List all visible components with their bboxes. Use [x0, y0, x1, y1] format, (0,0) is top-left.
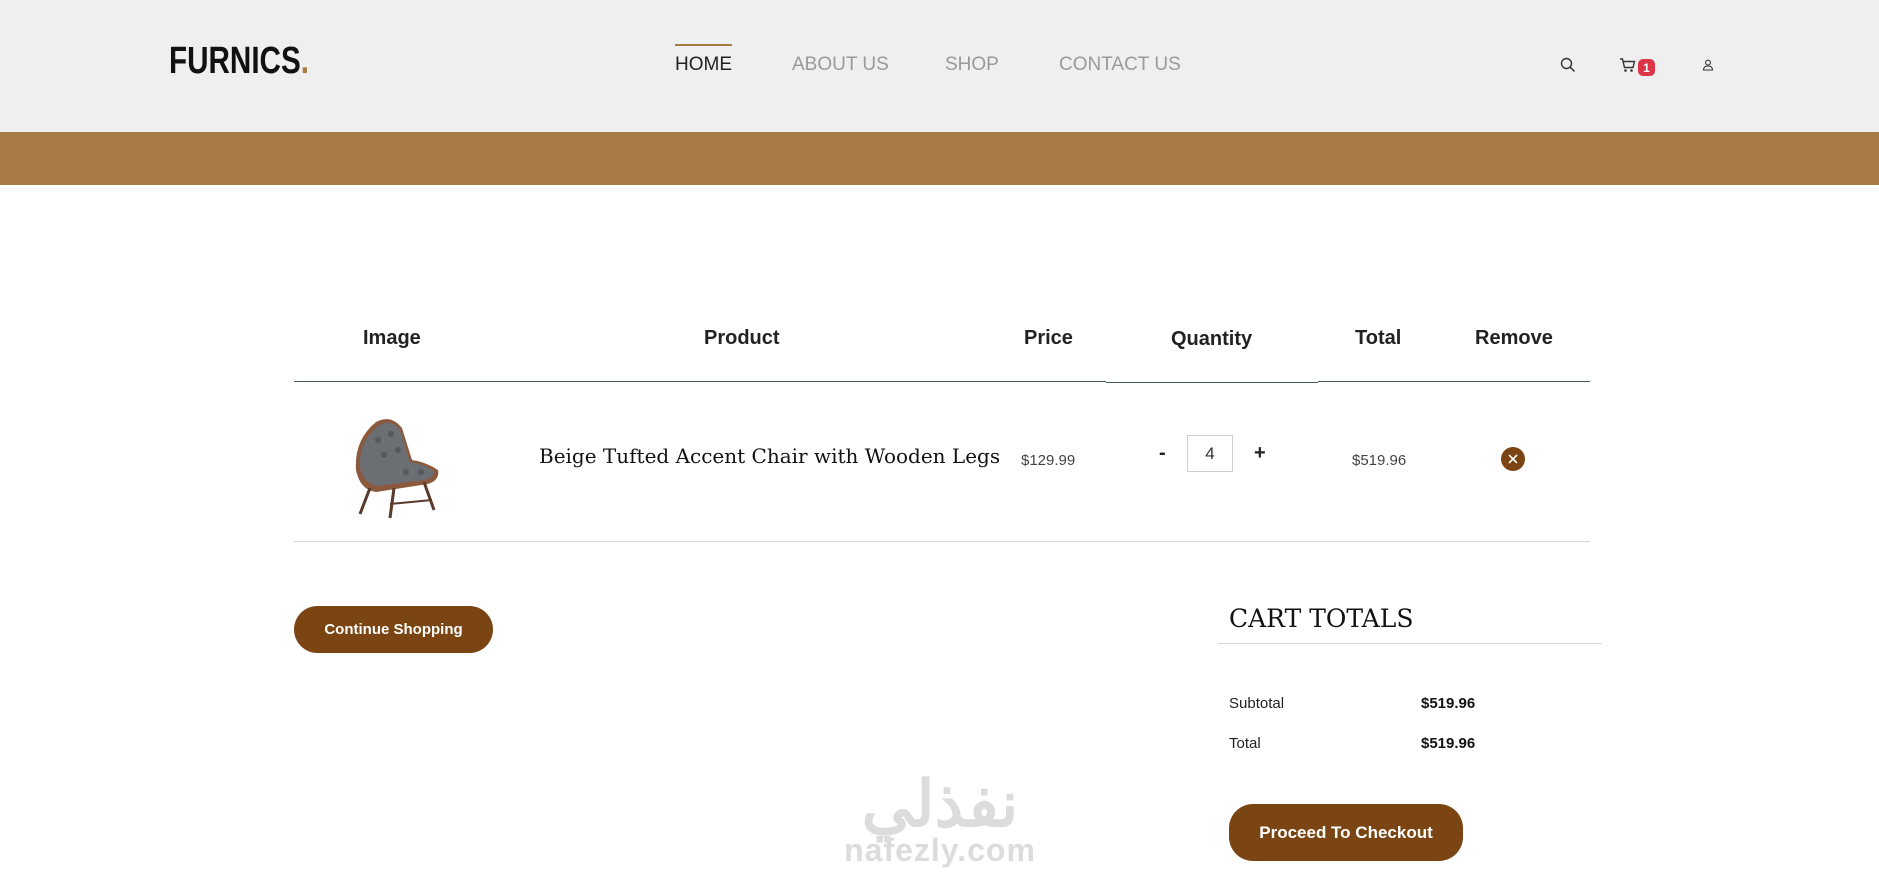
product-price: $129.99 — [1021, 452, 1076, 469]
table-header-divider-quantity — [1106, 382, 1318, 383]
continue-shopping-button[interactable]: Continue Shopping — [294, 606, 493, 653]
column-header-total: Total — [1355, 327, 1402, 349]
watermark: نفذلي nafezly.com — [830, 772, 1050, 869]
column-header-price: Price — [1024, 327, 1073, 349]
column-header-remove: Remove — [1475, 327, 1553, 349]
row-total: $519.96 — [1352, 452, 1407, 469]
watermark-arabic: نفذلي — [861, 768, 1019, 840]
subtotal-value: $519.96 — [1421, 695, 1476, 712]
quantity-input[interactable] — [1187, 435, 1233, 472]
cart-totals-divider — [1218, 643, 1602, 644]
remove-item-button[interactable] — [1501, 447, 1525, 471]
cart-totals-title: CART TOTALS — [1229, 604, 1414, 633]
product-image-chair — [336, 400, 456, 520]
close-icon — [1508, 454, 1518, 464]
table-header-divider — [294, 381, 1106, 382]
product-name[interactable]: Beige Tufted Accent Chair with Wooden Le… — [539, 444, 1000, 468]
total-label: Total — [1229, 735, 1261, 752]
watermark-latin: nafezly.com — [844, 832, 1036, 868]
cart-count-badge: 1 — [1638, 59, 1655, 76]
nav-item-shop[interactable]: SHOP — [945, 44, 999, 76]
column-header-quantity: Quantity — [1171, 328, 1253, 350]
subtotal-label: Subtotal — [1229, 695, 1285, 712]
quantity-increase-button[interactable]: + — [1254, 442, 1266, 465]
nav-item-contact-us[interactable]: CONTACT US — [1059, 44, 1181, 76]
brand-logo[interactable]: FURNICS. — [169, 40, 309, 83]
nav-item-home[interactable]: HOME — [675, 44, 732, 76]
cart-icon[interactable] — [1616, 54, 1638, 76]
site-header: FURNICS. HOME ABOUT US SHOP CONTACT US 1 — [0, 0, 1879, 132]
user-icon[interactable] — [1697, 54, 1719, 76]
proceed-to-checkout-button[interactable]: Proceed To Checkout — [1229, 804, 1463, 861]
nav-item-about-us[interactable]: ABOUT US — [792, 44, 889, 76]
search-icon[interactable] — [1557, 54, 1579, 76]
page-banner — [0, 132, 1879, 185]
table-header-divider-end — [1318, 381, 1590, 382]
column-header-image: Image — [363, 327, 421, 349]
column-header-product: Product — [704, 327, 780, 349]
total-value: $519.96 — [1421, 735, 1476, 752]
quantity-decrease-button[interactable]: - — [1159, 442, 1166, 465]
table-row-divider — [294, 541, 1590, 542]
